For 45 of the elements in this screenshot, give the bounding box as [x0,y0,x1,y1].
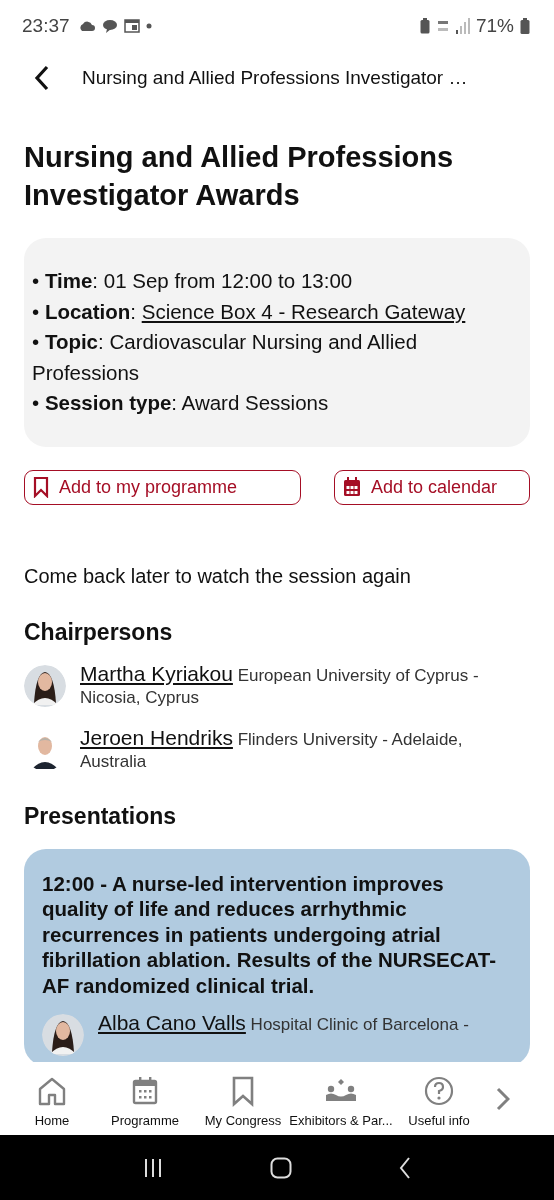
section-heading: Chairpersons [24,617,174,647]
next-button[interactable] [496,1086,510,1111]
nav-tab[interactable]: Programme [96,1069,194,1128]
cloud-icon [77,20,96,32]
back-button[interactable] [34,65,50,91]
section-heading: Presentations [24,801,178,831]
person-name-link[interactable]: Jeroen Hendriks [80,725,233,749]
presentation-card[interactable] [24,848,530,1062]
help-icon [423,1075,455,1107]
battery-percentage: 71% [475,15,514,37]
nav-tab[interactable]: Home [20,1069,84,1128]
bookmark-icon [33,476,49,498]
page-title: Nursing and Allied Professions Investigator … [82,67,468,89]
presentation-title: 12:00 - A nurse-led intervention improves quality of life and reduces arrhythmic recurrences in patients undergoing atrial fibrillation ablation. Results of the NURSECAT-AF randomized clinical trial. [42,870,498,998]
recent-apps-button[interactable] [143,1158,164,1177]
person-entry: Martha Kyriakou European University of Cyprus - Nicosia, Cyprus [80,662,480,709]
calendar-icon [123,19,140,33]
person-name-link[interactable]: Alba Cano Valls [98,1011,246,1034]
back-icon [34,65,50,91]
home-icon [36,1075,68,1107]
add-to-calendar-button[interactable]: Add to calendar [334,469,530,505]
nav-tab[interactable]: Exhibitors & Par... [292,1069,390,1128]
home-icon [270,1156,292,1179]
chat-icon [101,19,118,33]
detail-text: • Time: 01 Sep from 12:00 to 13:00 [32,268,354,294]
person-name-link[interactable]: Martha Kyriakou [80,661,233,685]
calendar-icon [343,477,361,497]
detail-label: • Location: [32,299,136,323]
person-entry: Alba Cano Valls Hospital Clinic of Barcelona - [98,1012,469,1036]
notice-text: Come back later to watch the session again [24,563,412,589]
detail-text: • Session type: Award Sessions [32,390,330,416]
location-link[interactable]: Science Box 4 - Research Gateway [141,299,466,323]
add-to-programme-button[interactable]: Add to my programme [24,469,301,505]
session-title: Nursing and Allied Professions Investigator Awards [24,140,455,213]
clock: 23:37 [22,15,70,37]
chevron-right-icon [496,1086,510,1111]
dot-icon [145,23,152,29]
signal-icon [435,18,470,34]
back-icon [398,1156,411,1179]
recent-apps-icon [143,1158,164,1177]
person-entry: Jeroen Hendriks Flinders University - Adelaide, Australia [80,726,464,773]
battery-saver-icon [419,18,430,34]
home-button[interactable] [270,1156,292,1179]
battery-icon [520,18,530,34]
detail-text: • Topic: Cardiovascular Nursing and Allied Professions [32,329,419,386]
